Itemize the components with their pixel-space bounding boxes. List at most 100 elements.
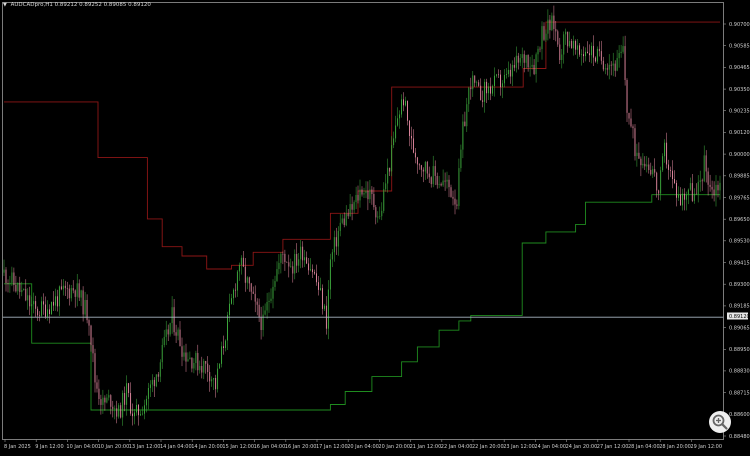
candle [557, 29, 559, 47]
candle-body [389, 167, 391, 172]
candle-body [306, 257, 308, 264]
candle-body [124, 393, 126, 405]
candle-body [43, 301, 45, 305]
candle-body [590, 45, 592, 56]
candle-body [585, 51, 586, 57]
candle-body [397, 118, 399, 126]
price-tick-label: 0.90120 [729, 130, 750, 136]
price-tick-label: 0.90700 [729, 22, 750, 28]
candle-body [513, 65, 515, 68]
candle-body [454, 198, 456, 205]
candle-body [411, 136, 412, 139]
candle-body [159, 362, 161, 377]
candle-body [142, 413, 143, 415]
candle-body [654, 169, 656, 173]
candle-body [442, 180, 444, 186]
candle-body [369, 189, 371, 200]
time-tick-label: 28 Jan 04:00 [628, 444, 660, 450]
candle-body [401, 99, 403, 115]
current-price-label: 0.89120 [729, 314, 750, 320]
time-tick-label: 24 Jan 20:00 [566, 444, 598, 450]
candle-body [244, 266, 246, 283]
candle-body [658, 190, 660, 194]
candle-body [412, 138, 414, 153]
candle-body [7, 283, 9, 284]
candle-body [474, 75, 476, 83]
ohlc-header: ▼ AUDCADpro,H1 0.89212 0.89252 0.89085 0… [3, 2, 151, 8]
price-tick-label: 0.88715 [729, 390, 750, 396]
candle-body [687, 189, 689, 195]
price-chart[interactable]: 0.90700 0.90585 0.90465 0.90350 0.90235 0.901… [0, 0, 750, 452]
candle-body [426, 162, 428, 174]
time-tick-label: 28 Jan 20:00 [659, 444, 691, 450]
candle-body [428, 173, 430, 178]
candle-body [132, 413, 134, 417]
candle-body [161, 345, 163, 363]
candle-body [345, 213, 347, 226]
candle [219, 363, 221, 369]
candle-body [496, 74, 497, 76]
candle-body [367, 190, 369, 200]
candle-body [316, 273, 317, 283]
close-value: 0.89120 [128, 2, 151, 8]
candle-body [377, 216, 379, 218]
candle-body [199, 366, 201, 371]
candle-body [549, 19, 551, 31]
candle-body [612, 63, 614, 66]
candle-body [327, 289, 329, 329]
candle-body [351, 204, 353, 210]
candle-body [248, 277, 250, 284]
candle-body [250, 283, 252, 292]
candle-body [393, 138, 395, 146]
symbol-label: AUDCADpro,H1 [10, 2, 53, 8]
candle-body [569, 41, 571, 47]
magnifier-plus-icon [712, 414, 728, 430]
candle-body [5, 269, 7, 283]
candle-body [486, 81, 488, 94]
candle-body [118, 405, 120, 417]
price-tick-label: 0.90585 [729, 44, 750, 50]
candle-body [488, 86, 490, 94]
candle-body [256, 301, 258, 305]
candle-body [221, 346, 223, 364]
candle-body [403, 99, 404, 106]
candle-body [92, 345, 94, 354]
candle-body [541, 26, 543, 50]
candle-body [691, 183, 693, 201]
candle-body [391, 145, 393, 172]
candle-body [35, 301, 37, 309]
candle-body [711, 186, 713, 190]
time-tick-label: 23 Jan 12:00 [503, 444, 535, 450]
candle-body [482, 100, 484, 102]
candle-body [290, 266, 292, 267]
triangle-down-icon[interactable]: ▼ [3, 2, 7, 8]
candle-body [240, 257, 242, 265]
candle-body [201, 366, 203, 373]
candle-body [610, 64, 612, 66]
candle-body [409, 120, 410, 136]
time-tick-label: 14 Jan 20:00 [191, 444, 223, 450]
candle-body [76, 283, 78, 297]
candle-body [632, 126, 634, 129]
candle-body [498, 74, 499, 76]
zoom-button[interactable] [709, 411, 731, 433]
candle-body [521, 54, 523, 59]
candle-body [47, 309, 48, 317]
candle-body [122, 393, 124, 418]
candle-body [472, 75, 474, 90]
candle-body [699, 180, 701, 182]
candle-body [616, 58, 618, 71]
candle-body [440, 183, 442, 186]
candle-body [683, 193, 685, 200]
chart-window[interactable]: 0.90700 0.90585 0.90465 0.90350 0.90235 0.901… [0, 0, 750, 452]
candle-body [90, 325, 92, 346]
candle-body [695, 193, 697, 195]
candle-body [596, 48, 598, 62]
candle-body [183, 352, 185, 357]
candle-body [308, 263, 310, 271]
candle-body [229, 303, 230, 315]
candle-body [165, 329, 167, 337]
candle-body [438, 183, 440, 185]
candle-body [689, 183, 691, 190]
candle-body [363, 193, 365, 195]
